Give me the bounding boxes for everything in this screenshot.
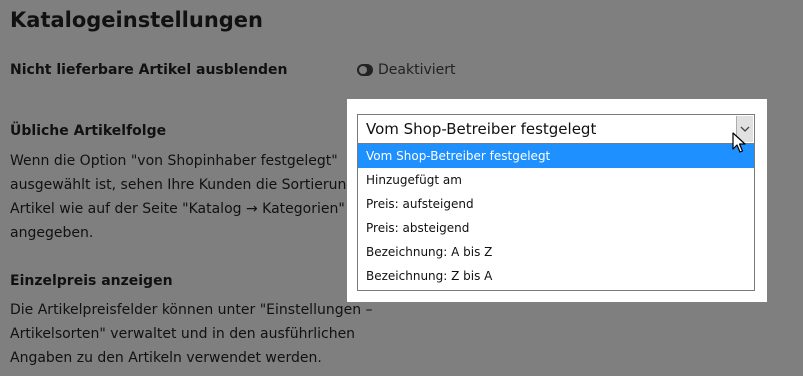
mouse-pointer-icon <box>732 132 746 158</box>
dropdown-option[interactable]: Hinzugefügt am <box>358 168 754 192</box>
select-value: Vom Shop-Betreiber festgelegt <box>366 120 597 138</box>
dropdown-option[interactable]: Preis: absteigend <box>358 216 754 240</box>
unit-price-label: Einzelpreis anzeigen <box>10 273 173 289</box>
toggle-off-icon[interactable] <box>357 64 373 76</box>
sort-order-dropdown-panel: Vom Shop-Betreiber festgelegt Vom Shop-B… <box>347 99 767 302</box>
dropdown-option[interactable]: Bezeichnung: Z bis A <box>358 264 754 288</box>
hide-unavailable-label: Nicht lieferbare Artikel ausblenden <box>10 62 288 78</box>
toggle-status: Deaktiviert <box>378 62 456 78</box>
unit-price-description-line: Die Artikelpreisfelder können unter "Ein… <box>10 302 373 318</box>
sort-order-description-line: angegeben. <box>10 225 94 241</box>
unit-price-description-line: Angaben zu den Artikeln verwendet werden… <box>10 350 322 366</box>
sort-order-label: Übliche Artikelfolge <box>10 123 167 139</box>
sort-order-options-list: Vom Shop-Betreiber festgelegt Hinzugefüg… <box>357 144 755 291</box>
unit-price-description: Die Artikelpreisfelder können unter "Ein… <box>10 298 373 370</box>
dropdown-option[interactable]: Preis: aufsteigend <box>358 192 754 216</box>
dropdown-option[interactable]: Vom Shop-Betreiber festgelegt <box>358 144 754 168</box>
sort-order-select[interactable]: Vom Shop-Betreiber festgelegt <box>357 114 755 144</box>
sort-order-description-line: Artikel wie auf der Seite "Katalog → Kat… <box>10 201 345 217</box>
unit-price-description-line: Artikelsorten" verwaltet und in den ausf… <box>10 326 356 342</box>
page-title: Katalogeinstellungen <box>10 8 264 32</box>
sort-order-description-line: ausgewählt ist, sehen Ihre Kunden die So… <box>10 177 383 193</box>
sort-order-description-line: Wenn die Option "von Shopinhaber festgel… <box>10 153 338 169</box>
dropdown-option[interactable]: Bezeichnung: A bis Z <box>358 240 754 264</box>
sort-order-description: Wenn die Option "von Shopinhaber festgel… <box>10 149 383 245</box>
hide-unavailable-toggle[interactable]: Deaktiviert <box>357 62 456 78</box>
